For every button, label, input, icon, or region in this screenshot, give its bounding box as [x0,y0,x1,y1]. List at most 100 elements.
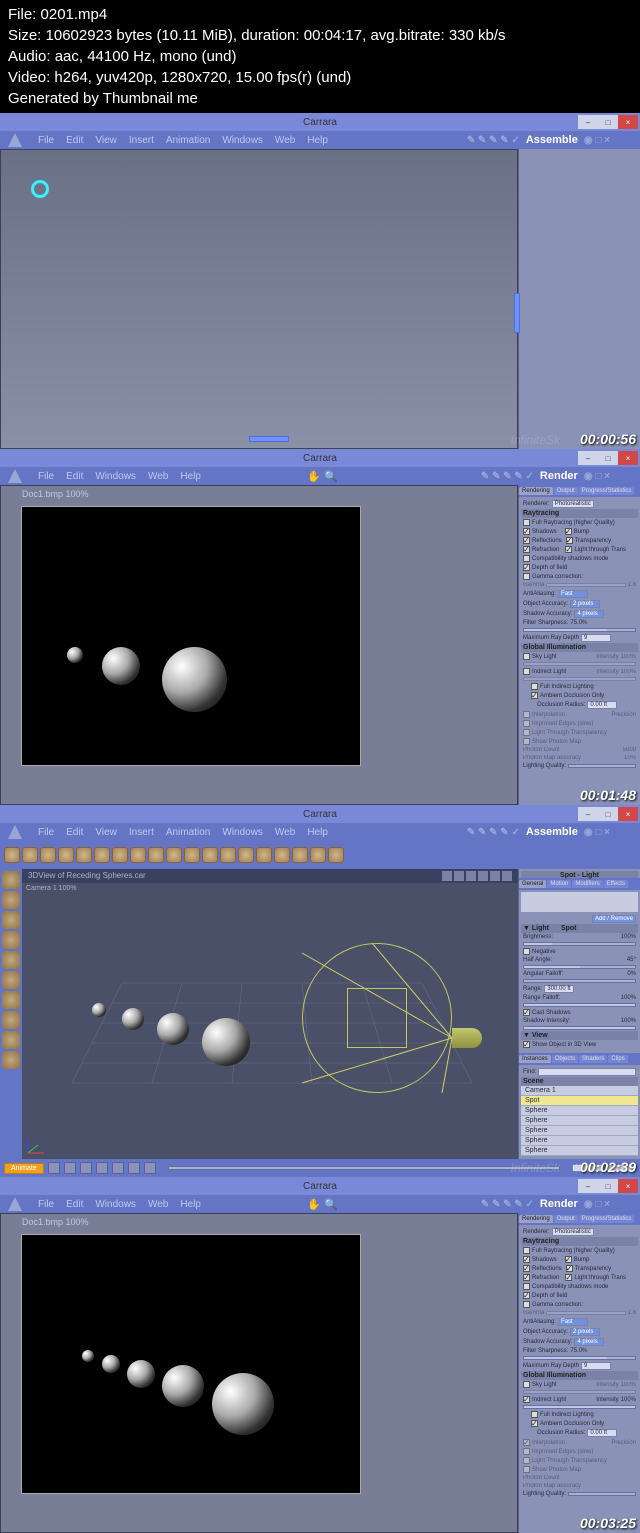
close-button[interactable]: × [618,1179,638,1193]
loop-button[interactable] [144,1162,156,1174]
display-mode-icon[interactable] [490,871,500,881]
tab-clips[interactable]: Clips [608,1055,627,1063]
range-falloff-slider[interactable] [523,1003,636,1007]
sky-slider[interactable] [523,662,636,666]
close-button[interactable]: × [618,451,638,465]
full-indirect-checkbox[interactable] [531,1411,538,1418]
tool-cylinder-icon[interactable] [58,847,74,863]
tool-pan-icon[interactable] [2,951,20,969]
menu-animation[interactable]: Animation [166,135,210,146]
tool-ocean-icon[interactable] [256,847,272,863]
tab-general[interactable]: General [519,880,546,888]
maximize-button[interactable]: □ [598,1179,618,1193]
main-viewport[interactable] [0,149,518,449]
menu-web[interactable]: Web [148,471,168,482]
show-photon-checkbox[interactable] [523,738,530,745]
occ-radius-input[interactable]: 0.00 ft [587,701,617,709]
menu-web[interactable]: Web [275,135,295,146]
resize-handle-right[interactable] [514,293,520,333]
imp-edges-checkbox[interactable] [523,720,530,727]
rewind-button[interactable] [48,1162,60,1174]
shadow-int-slider[interactable] [523,1026,636,1030]
tool-move-icon[interactable] [2,891,20,909]
tool-rotate-icon[interactable] [2,911,20,929]
gamma-checkbox[interactable] [523,573,530,580]
tab-rendering[interactable]: Rendering [519,1215,553,1223]
maximize-button[interactable]: □ [598,451,618,465]
menu-edit[interactable]: Edit [66,1199,83,1210]
next-frame-button[interactable] [112,1162,124,1174]
menu-insert[interactable]: Insert [129,827,154,838]
lq-slider[interactable] [568,1492,636,1496]
tab-instances[interactable]: Instances [519,1055,551,1063]
indirect-slider[interactable] [523,1405,636,1409]
ang-falloff-slider[interactable] [523,979,636,983]
display-mode-icon[interactable] [502,871,512,881]
refraction-checkbox[interactable] [523,1274,530,1281]
tool-sphere-icon[interactable] [4,847,20,863]
maximize-button[interactable]: □ [598,115,618,129]
light-trans-checkbox[interactable] [565,546,572,553]
menu-windows[interactable]: Windows [95,471,136,482]
room-icons[interactable]: ✎ ✎ ✎ ✎ ✓ [481,1199,534,1210]
menu-animation[interactable]: Animation [166,827,210,838]
mode-assemble[interactable]: Assemble [526,826,578,838]
compat-checkbox[interactable] [523,1283,530,1290]
lq-slider[interactable] [568,764,636,768]
tab-output[interactable]: Output [554,487,578,495]
sphere-object[interactable] [122,1008,144,1030]
room-icons[interactable]: ✎ ✎ ✎ ✎ ✓ [467,135,520,146]
maximize-button[interactable]: □ [598,807,618,821]
play-button[interactable] [80,1162,92,1174]
sphere-object[interactable] [92,1003,106,1017]
resize-handle-bottom[interactable] [249,436,289,442]
tab-effects[interactable]: Effects [604,880,628,888]
tool-zoom-icon[interactable] [2,971,20,989]
menu-file[interactable]: File [38,827,54,838]
tab-shaders[interactable]: Shaders [579,1055,607,1063]
render-window[interactable]: Doc1.bmp 100% [21,506,361,766]
room-icons[interactable]: ✎ ✎ ✎ ✎ ✓ [481,471,534,482]
menu-web[interactable]: Web [275,827,295,838]
tool-light-icon[interactable] [292,847,308,863]
menu-windows[interactable]: Windows [95,1199,136,1210]
compat-checkbox[interactable] [523,555,530,562]
amb-occ-checkbox[interactable] [531,692,538,699]
menu-help[interactable]: Help [180,471,201,482]
display-mode-icon[interactable] [466,871,476,881]
gamma-slider[interactable] [546,583,625,587]
tool-bone-icon[interactable] [2,1051,20,1069]
tab-output[interactable]: Output [554,1215,578,1223]
imp-edges-checkbox[interactable] [523,1448,530,1455]
tool-magnet-icon[interactable] [2,1031,20,1049]
scene-item-sphere[interactable]: Sphere [521,1146,638,1156]
scene-item-sphere[interactable]: Sphere [521,1126,638,1136]
view-toggle-icons[interactable]: ◉ □ × [584,1199,610,1210]
add-remove-button[interactable]: Add / Remove [592,915,636,923]
shadows-checkbox[interactable] [523,528,530,535]
animate-button[interactable]: Animate [4,1163,44,1174]
3d-viewport[interactable]: Camera 1 100% [22,883,518,1159]
show-obj-checkbox[interactable] [523,1041,530,1048]
occ-radius-input[interactable]: 0.00 ft [587,1429,617,1437]
dof-checkbox[interactable] [523,1292,530,1299]
shadow-acc-select[interactable]: 4 pixels [574,1338,604,1346]
display-mode-icon[interactable] [454,871,464,881]
reflections-checkbox[interactable] [523,1265,530,1272]
tab-progress[interactable]: Progress/Statistics [579,487,635,495]
tool-camera-icon[interactable] [310,847,326,863]
menu-view[interactable]: View [95,827,117,838]
scene-item-sphere[interactable]: Sphere [521,1116,638,1126]
filter-slider[interactable] [523,1356,636,1360]
tool-spline-icon[interactable] [130,847,146,863]
aa-select[interactable]: Fast [558,590,588,598]
bump-checkbox[interactable] [565,1256,572,1263]
tool-metaball-icon[interactable] [166,847,182,863]
bump-checkbox[interactable] [565,528,572,535]
indirect-checkbox[interactable] [523,1396,530,1403]
full-indirect-checkbox[interactable] [531,683,538,690]
light-transp-checkbox[interactable] [523,729,530,736]
menu-view[interactable]: View [95,135,117,146]
render-window[interactable]: Doc1.bmp 100% [21,1234,361,1494]
light-transp-checkbox[interactable] [523,1457,530,1464]
